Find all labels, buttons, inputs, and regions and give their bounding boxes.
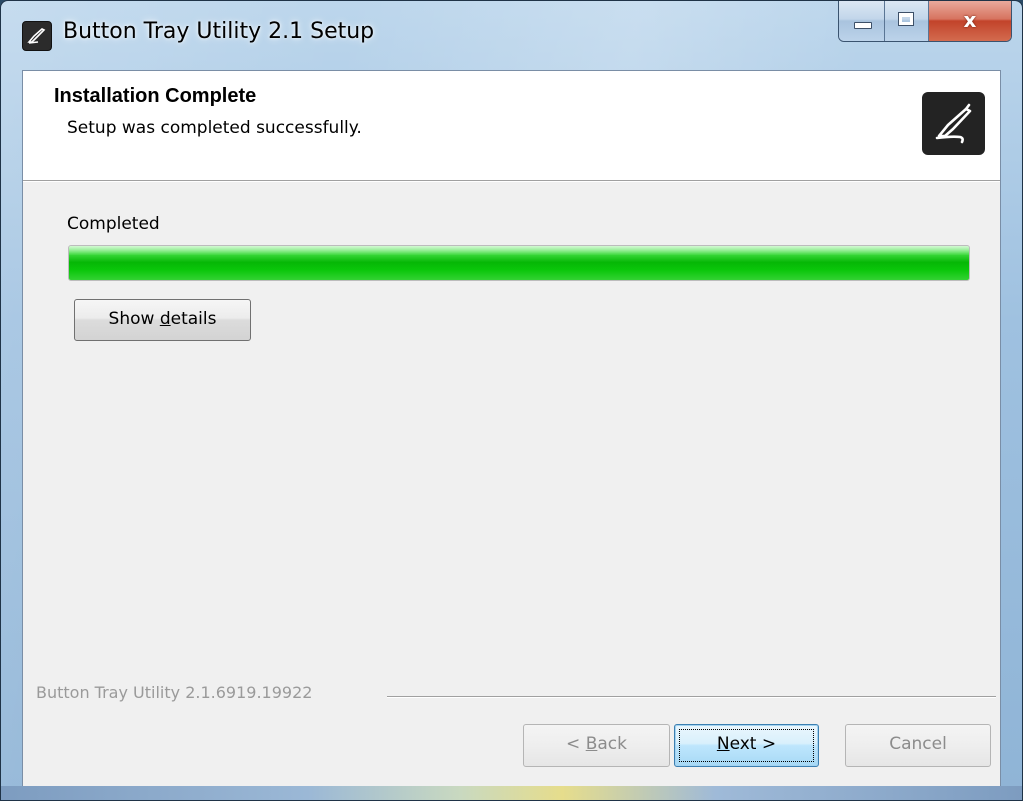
branding-divider <box>387 696 996 698</box>
minimize-icon <box>854 22 872 29</box>
window-bottom-frame <box>1 786 1022 800</box>
window-title: Button Tray Utility 2.1 Setup <box>63 19 375 44</box>
dialog-client-area: Installation Complete Setup was complete… <box>22 70 1001 788</box>
progress-fill <box>69 246 969 280</box>
close-button[interactable]: x <box>929 1 1011 41</box>
page-subtitle: Setup was completed successfully. <box>67 118 362 138</box>
install-progress-bar <box>68 245 970 281</box>
wizard-header: Installation Complete Setup was complete… <box>23 71 1000 182</box>
progress-status-label: Completed <box>67 214 160 234</box>
minimize-button[interactable] <box>839 1 885 41</box>
close-icon: x <box>963 8 977 32</box>
branding-text: Button Tray Utility 2.1.6919.19922 <box>36 683 313 702</box>
focus-ring <box>679 729 814 762</box>
pen-stylus-icon <box>922 92 985 155</box>
caption-buttons: x <box>838 1 1012 42</box>
page-title: Installation Complete <box>54 85 257 107</box>
back-button[interactable]: < Back <box>523 724 670 767</box>
installer-window: Button Tray Utility 2.1 Setup x Installa… <box>0 0 1023 801</box>
cancel-button[interactable]: Cancel <box>845 724 991 767</box>
app-pen-icon[interactable] <box>22 21 52 51</box>
title-bar[interactable]: Button Tray Utility 2.1 Setup x <box>1 1 1022 65</box>
maximize-button[interactable] <box>885 1 929 41</box>
maximize-icon <box>898 12 914 26</box>
next-button[interactable]: Next > <box>674 724 819 767</box>
show-details-button[interactable]: Show details <box>74 299 251 341</box>
